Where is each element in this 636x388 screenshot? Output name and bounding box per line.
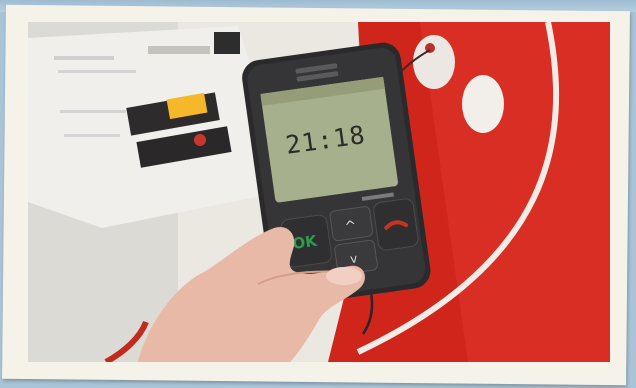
photo: 21:18 OK ^ v: [28, 22, 610, 362]
up-arrow-icon: ^: [344, 218, 358, 235]
card-text-line: [58, 70, 136, 73]
round-button-bottom: [462, 75, 504, 133]
card-text-line: [60, 110, 126, 113]
card-pill-bar: [148, 46, 210, 54]
card-dark-square: [214, 32, 240, 54]
card-text-line: [54, 56, 114, 60]
card-red-dot: [194, 134, 206, 146]
card-text-line: [64, 134, 120, 137]
photo-illustration: 21:18 OK ^ v: [28, 22, 610, 362]
round-button-top: [413, 35, 455, 89]
thumb-nail: [326, 267, 362, 285]
ok-label: OK: [291, 232, 319, 253]
